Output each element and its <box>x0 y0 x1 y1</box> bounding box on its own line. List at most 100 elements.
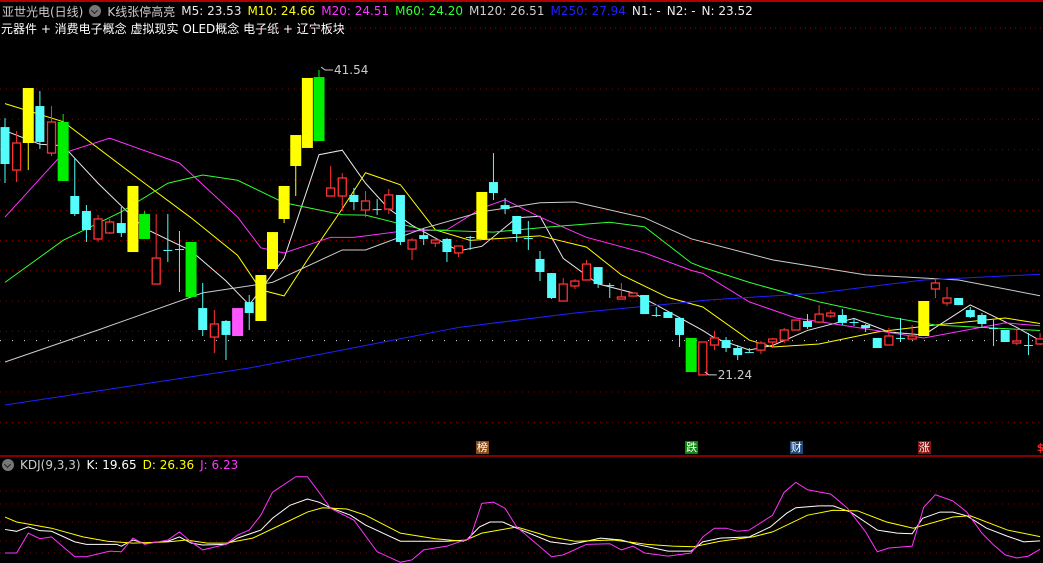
candle-down <box>81 211 91 230</box>
candle-down <box>744 352 754 354</box>
candle-up <box>791 319 801 331</box>
candle-down <box>872 337 882 349</box>
candle-up <box>430 239 440 244</box>
candle-up <box>907 335 917 340</box>
candle-up <box>11 142 22 171</box>
kdj-line-j <box>5 476 1041 563</box>
candle-down <box>442 238 452 253</box>
candle-highlight <box>301 77 313 148</box>
candle-down <box>372 209 382 211</box>
candle-up <box>209 323 219 338</box>
candle-up <box>93 218 103 240</box>
candle-highlight <box>22 88 34 143</box>
marker-dollar[interactable]: $ <box>1034 441 1043 454</box>
candle-down <box>965 310 975 318</box>
candle-down <box>663 311 673 318</box>
low-price-label: 21.24 <box>718 368 752 382</box>
candle-down <box>174 249 184 251</box>
candle-up <box>105 221 115 234</box>
price-chart[interactable]: 41.54 21.24 <box>0 0 1043 563</box>
candle-down <box>70 196 80 215</box>
chevron-down-icon[interactable] <box>2 459 14 471</box>
candle-down <box>35 106 45 142</box>
candle-down <box>349 194 359 203</box>
candle-up <box>930 282 941 290</box>
candle-down <box>0 127 10 165</box>
kdj-header: KDJ(9,3,3) K: 19.65 D: 26.36 J: 6.23 <box>2 458 238 472</box>
candle-down <box>221 320 231 335</box>
candle-up <box>814 313 824 323</box>
candle-up <box>453 245 464 254</box>
candle-down <box>640 294 650 315</box>
candle-down <box>675 317 685 335</box>
candle-down <box>488 182 498 194</box>
candle-highlight <box>57 121 69 181</box>
candle-up <box>1012 340 1022 344</box>
candle-highlight <box>476 191 488 239</box>
kdj-d-value: D: 26.36 <box>142 458 195 472</box>
candle-up <box>698 341 708 376</box>
marker-zhang[interactable]: 涨 <box>917 441 931 454</box>
candle-down <box>547 273 557 299</box>
marker-bang[interactable]: 榜 <box>475 441 489 454</box>
candle-up <box>826 312 836 317</box>
candle-up <box>942 297 952 304</box>
candle-down <box>837 314 847 323</box>
kdj-j-value: J: 6.23 <box>200 458 239 472</box>
candle-down <box>1023 345 1033 347</box>
candle-down <box>163 249 173 251</box>
candle-down <box>849 322 859 324</box>
kdj-name[interactable]: KDJ(9,3,3) <box>20 458 81 472</box>
candle-down <box>116 223 126 233</box>
kdj-line-k <box>4 498 1041 552</box>
candle-up <box>1035 338 1043 345</box>
candle-down <box>535 258 545 273</box>
candle-down <box>954 298 964 306</box>
candle-up <box>884 335 894 346</box>
candle-up <box>709 337 720 346</box>
candle-highlight <box>266 232 278 270</box>
candle-down <box>523 238 533 240</box>
candle-highlight <box>255 275 267 321</box>
kdj-k-value: K: 19.65 <box>86 458 137 472</box>
candle-down <box>989 328 999 330</box>
candle-up <box>325 187 336 197</box>
candle-up <box>558 283 568 302</box>
candle-highlight <box>685 337 697 373</box>
candle-up <box>570 280 580 287</box>
candle-up <box>360 200 371 211</box>
candle-highlight <box>232 308 244 337</box>
candle-down <box>977 314 987 324</box>
marker-die[interactable]: 跌 <box>685 441 699 454</box>
ma-line-m60 <box>4 174 1041 331</box>
candle-down <box>593 267 603 285</box>
candle-down <box>721 340 731 349</box>
price-annotation-arrow <box>320 66 334 71</box>
candle-up <box>407 239 417 250</box>
candle-down <box>512 215 522 235</box>
ma-line-m10 <box>4 103 1041 348</box>
candle-down <box>465 237 475 239</box>
candle-down <box>198 308 208 330</box>
candle-down <box>802 320 812 327</box>
candle-down <box>896 337 906 339</box>
candle-highlight <box>127 185 139 253</box>
candle-down <box>500 205 510 210</box>
candle-down <box>651 314 661 316</box>
candle-up <box>779 329 789 341</box>
candle-highlight <box>278 185 290 219</box>
candle-up <box>581 263 592 281</box>
candle-down <box>244 302 254 314</box>
candle-up <box>151 257 161 285</box>
candle-down <box>419 235 429 239</box>
candle-highlight <box>313 77 325 142</box>
candle-up <box>756 342 766 351</box>
candle-up <box>46 121 57 154</box>
candle-up <box>628 292 638 297</box>
candle-highlight <box>185 241 197 297</box>
candle-up <box>767 338 778 343</box>
marker-cai[interactable]: 财 <box>789 441 803 454</box>
candle-down <box>1000 329 1010 343</box>
candle-down <box>861 325 871 329</box>
candle-up <box>337 177 347 197</box>
